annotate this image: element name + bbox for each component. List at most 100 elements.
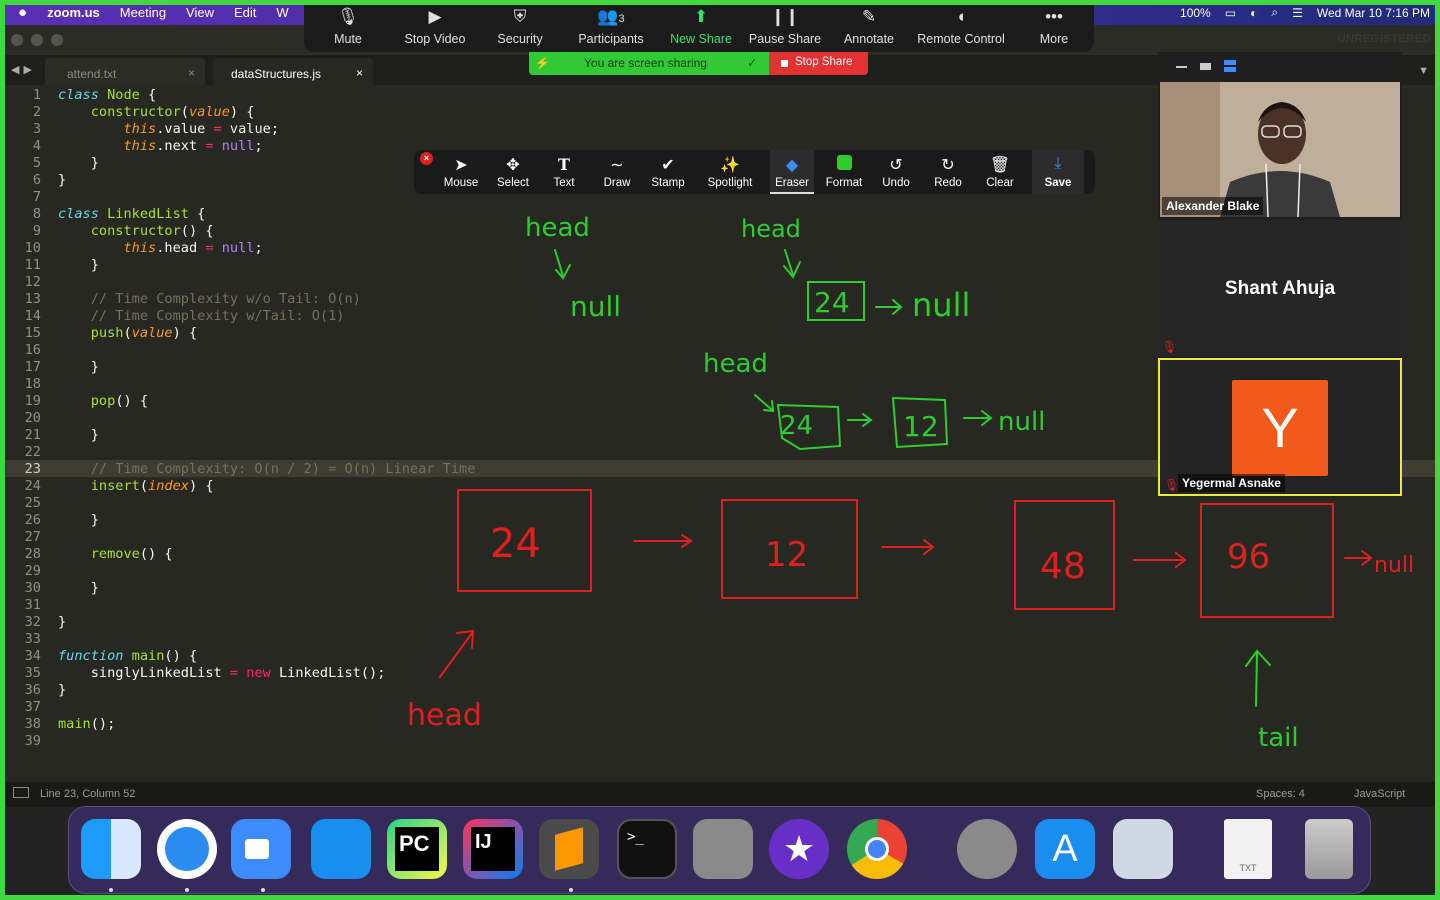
stop-video-label: Stop Video (404, 32, 466, 46)
share-indicator-icon: ⚡ (535, 56, 550, 70)
tab-nav-arrows-icon[interactable]: ◀▶ (11, 63, 36, 76)
close-tab-icon[interactable]: × (188, 66, 195, 80)
finder-icon[interactable] (81, 819, 141, 879)
undo-label: Undo (882, 177, 910, 189)
unregistered-label: UNREGISTERED (1337, 33, 1431, 45)
mouse-tool[interactable]: ➤ Mouse (440, 150, 482, 194)
minimize-window-button[interactable] (31, 34, 43, 46)
new-share-label: New Share (670, 32, 732, 46)
tab-label: dataStructures.js (231, 67, 322, 81)
txt-file-icon[interactable]: TXT (1224, 819, 1272, 879)
tab-overflow-icon[interactable]: ▼ (1418, 65, 1429, 77)
participants-button[interactable]: 👥3 Participants (572, 0, 650, 52)
zoom-meeting-toolbar: 🎙 Mute ▶ Stop Video ⛨ Security 👥3 Partic… (304, 0, 1094, 52)
spotlight-tool[interactable]: ✨ Spotlight (704, 150, 756, 194)
close-annotation-icon[interactable]: × (420, 152, 433, 165)
panel-toggle-icon[interactable] (13, 787, 29, 798)
close-window-button[interactable] (11, 34, 23, 46)
draw-tool[interactable]: ∼ Draw (598, 150, 636, 194)
annotate-label: Annotate (843, 32, 895, 46)
security-label: Security (497, 32, 543, 46)
mute-button[interactable]: 🎙 Mute (322, 0, 374, 52)
checkmark-icon: ✔ (661, 157, 675, 174)
syntax-setting[interactable]: JavaScript (1354, 788, 1405, 800)
participant-name: Yegermal Asnake (1178, 474, 1285, 492)
calculator-icon[interactable] (693, 819, 753, 879)
stop-video-button[interactable]: ▶ Stop Video (396, 0, 474, 52)
terminal-icon[interactable]: >_ (617, 819, 677, 879)
eraser-tool[interactable]: ◆ Eraser (770, 150, 814, 194)
clock[interactable]: Wed Mar 10 7:16 PM (1317, 6, 1430, 20)
stop-share-button[interactable]: Stop Share (769, 52, 868, 75)
xcode-icon[interactable] (311, 819, 371, 879)
search-icon[interactable]: ⌕ (1271, 5, 1278, 20)
close-tab-icon[interactable]: × (356, 66, 363, 80)
app-store-icon[interactable]: A (1035, 819, 1095, 879)
security-button[interactable]: ⛨ Security (492, 0, 548, 52)
cursor-icon: ➤ (454, 157, 468, 174)
participant-tile-video[interactable]: Alexander Blake (1160, 82, 1400, 217)
stop-square-icon (781, 60, 788, 67)
apple-menu-icon[interactable]: ● (0, 4, 37, 21)
eraser-label: Eraser (775, 177, 809, 189)
tab-attend-txt[interactable]: attend.txt × (45, 58, 205, 85)
new-share-button[interactable]: ⬆ New Share (668, 0, 734, 52)
system-preferences-icon[interactable] (957, 819, 1017, 879)
video-panel-controls (1158, 52, 1402, 82)
status-bar: Line 23, Column 52 Spaces: 4 JavaScript (5, 782, 1435, 807)
muted-mic-icon: 🎙 (1164, 478, 1180, 492)
microphone-icon: 🎙 (337, 7, 359, 26)
battery-percent: 100% (1180, 5, 1211, 20)
dark-mode-icon[interactable]: ◐ (1250, 6, 1257, 20)
format-tool[interactable]: Format (822, 150, 866, 194)
safari-icon[interactable] (157, 819, 217, 879)
trash-icon: 🗑 (989, 157, 1011, 174)
imovie-icon[interactable]: ★ (769, 819, 829, 879)
stamp-tool[interactable]: ✔ Stamp (648, 150, 688, 194)
remote-control-button[interactable]: ◖ Remote Control (914, 0, 1008, 52)
minimize-panel-icon[interactable] (1176, 66, 1187, 68)
menu-meeting[interactable]: Meeting (110, 5, 176, 20)
stamp-label: Stamp (651, 177, 685, 189)
annotate-button[interactable]: ✎ Annotate (840, 0, 898, 52)
select-tool[interactable]: ✥ Select (492, 150, 534, 194)
menu-window[interactable]: W (266, 5, 298, 20)
menu-edit[interactable]: Edit (224, 5, 266, 20)
trash-icon[interactable] (1305, 819, 1353, 879)
video-camera-icon: ▶ (428, 7, 442, 26)
participant-tile-active-speaker[interactable]: Y 🎙 Yegermal Asnake (1158, 358, 1402, 496)
indentation-setting[interactable]: Spaces: 4 (1256, 788, 1305, 800)
redo-button[interactable]: ↻ Redo (928, 150, 968, 194)
single-view-icon[interactable] (1200, 63, 1211, 70)
screen-sharing-text: You are screen sharing (584, 56, 707, 70)
txt-file-label: TXT (1239, 863, 1257, 873)
screen-sharing-indicator[interactable]: ⚡ You are screen sharing ✓ (529, 52, 769, 75)
undo-button[interactable]: ↺ Undo (876, 150, 916, 194)
select-label: Select (497, 177, 529, 189)
save-download-icon: ⤓ (1054, 155, 1062, 172)
squiggle-icon: ∼ (610, 157, 624, 174)
participant-tile[interactable]: Shant Ahuja 🎙 (1158, 220, 1402, 356)
intellij-icon[interactable]: IJ (463, 819, 523, 879)
preview-icon[interactable] (1113, 819, 1173, 879)
pause-share-button[interactable]: ❙❙ Pause Share (748, 0, 822, 52)
video-panel: Alexander Blake Shant Ahuja 🎙 Y 🎙 Yegerm… (1158, 52, 1402, 496)
control-center-icon[interactable]: ☰ (1292, 6, 1303, 20)
text-tool[interactable]: T Text (546, 150, 582, 194)
app-menu[interactable]: zoom.us (37, 5, 110, 20)
dock: PC IJ >_ ★ A TXT (68, 806, 1371, 894)
battery-icon[interactable]: ▭ (1225, 6, 1236, 20)
sublime-text-icon[interactable] (539, 819, 599, 879)
annotation-toolbar: × ➤ Mouse ✥ Select T Text ∼ Draw ✔ Stamp ✨ Spo… (414, 150, 1095, 194)
chrome-icon[interactable] (847, 819, 907, 879)
more-button[interactable]: ••• More (1032, 0, 1076, 52)
save-button[interactable]: ⤓ Save (1032, 150, 1084, 194)
gallery-strip-icon[interactable] (1224, 60, 1236, 72)
tab-datastructures-js[interactable]: dataStructures.js × (213, 58, 373, 85)
pycharm-icon[interactable]: PC (387, 819, 447, 879)
menu-view[interactable]: View (176, 5, 224, 20)
clear-button[interactable]: 🗑 Clear (980, 150, 1020, 194)
zoom-window-button[interactable] (51, 34, 63, 46)
redo-icon: ↻ (941, 157, 955, 174)
zoom-icon[interactable] (231, 819, 291, 879)
